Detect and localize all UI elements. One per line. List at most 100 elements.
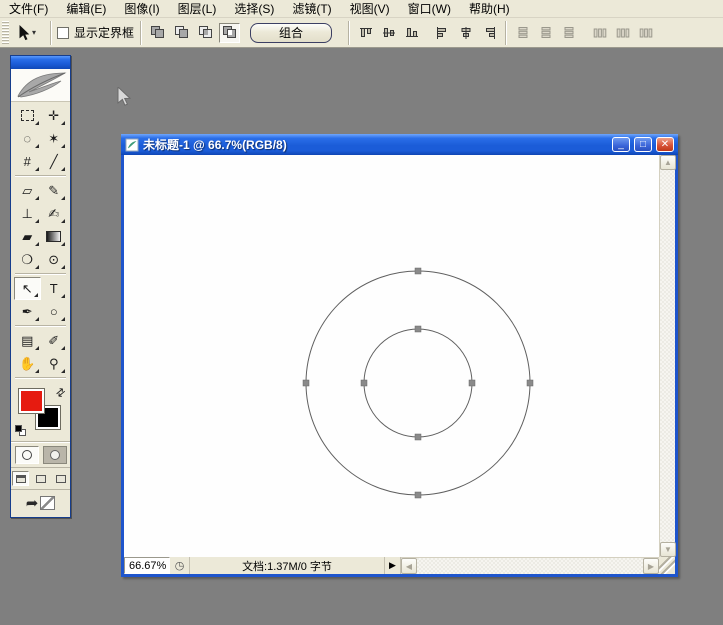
vertical-scrollbar[interactable]: ▲ ▼ bbox=[659, 155, 675, 557]
maximize-button[interactable]: □ bbox=[634, 137, 652, 152]
distribute-left-edges-button[interactable] bbox=[589, 23, 610, 43]
distribute-top-edges-button[interactable] bbox=[512, 23, 533, 43]
align-horizontal-centers-button[interactable] bbox=[455, 23, 476, 43]
hand-tool[interactable]: ✋ bbox=[14, 352, 41, 375]
distribute-bottom-edges-button[interactable] bbox=[558, 23, 579, 43]
rectangular-marquee-tool[interactable] bbox=[14, 104, 41, 127]
document-size-status: 文档:1.37M/0 字节 bbox=[190, 557, 385, 574]
quick-mask-mode-button[interactable] bbox=[43, 446, 67, 464]
menu-file[interactable]: 文件(F) bbox=[0, 0, 57, 18]
canvas[interactable] bbox=[124, 155, 659, 557]
history-brush-tool[interactable]: ✍ bbox=[41, 202, 68, 225]
menu-filter[interactable]: 滤镜(T) bbox=[283, 0, 340, 18]
menu-select[interactable]: 选择(S) bbox=[225, 0, 283, 18]
document-titlebar[interactable]: 未标题-1 @ 66.7%(RGB/8) _ □ ✕ bbox=[121, 134, 678, 155]
document-window: 未标题-1 @ 66.7%(RGB/8) _ □ ✕ ▲ ▼ 66.67% ◷ … bbox=[121, 134, 678, 577]
distribute-horizontal-centers-button[interactable] bbox=[612, 23, 633, 43]
combine-button[interactable]: 组合 bbox=[250, 23, 332, 43]
photoshop-feather-logo bbox=[11, 69, 70, 102]
dodge-tool[interactable]: ⊙ bbox=[41, 248, 68, 271]
align-buttons-group bbox=[355, 23, 499, 43]
eyedropper-tool[interactable]: ✐ bbox=[41, 329, 68, 352]
standard-screen-mode-button[interactable] bbox=[12, 471, 29, 486]
menu-image[interactable]: 图像(I) bbox=[115, 0, 168, 18]
vertical-scroll-track[interactable] bbox=[660, 170, 675, 542]
imageready-icon bbox=[40, 496, 55, 510]
rectangular-marquee-icon bbox=[21, 110, 34, 121]
magic-wand-tool[interactable]: ✶ bbox=[41, 127, 68, 150]
show-bounding-box-option: 显示定界框 bbox=[57, 24, 134, 41]
gradient-tool[interactable] bbox=[41, 225, 68, 248]
distribute-vertical-centers-button[interactable] bbox=[535, 23, 556, 43]
move-tool[interactable]: ✛ bbox=[41, 104, 68, 127]
menu-view[interactable]: 视图(V) bbox=[341, 0, 399, 18]
current-tool-preview[interactable]: ▾ bbox=[9, 25, 44, 41]
show-bounding-box-checkbox[interactable] bbox=[57, 27, 69, 39]
anchor-point bbox=[415, 492, 421, 498]
intersect-shape-areas-button[interactable] bbox=[195, 23, 216, 43]
tool-dropdown-caret: ▾ bbox=[32, 28, 36, 37]
eraser-tool[interactable]: ▰ bbox=[14, 225, 41, 248]
menu-bar: 文件(F)编辑(E)图像(I)图层(L)选择(S)滤镜(T)视图(V)窗口(W)… bbox=[0, 0, 723, 18]
align-vertical-centers-button[interactable] bbox=[378, 23, 399, 43]
zoom-tool[interactable]: ⚲ bbox=[41, 352, 68, 375]
path-selection-tool[interactable]: ↖ bbox=[14, 277, 41, 300]
healing-brush-tool[interactable]: ▱ bbox=[14, 179, 41, 202]
subtract-from-shape-area-button[interactable] bbox=[171, 23, 192, 43]
separator bbox=[50, 21, 51, 45]
scroll-right-icon[interactable]: ▶ bbox=[643, 558, 659, 574]
timer-icon[interactable]: ◷ bbox=[170, 557, 190, 574]
lasso-tool[interactable]: ◌ bbox=[14, 127, 41, 150]
scroll-left-icon[interactable]: ◀ bbox=[401, 558, 417, 574]
blur-tool[interactable]: ❍ bbox=[14, 248, 41, 271]
align-right-edges-button[interactable] bbox=[478, 23, 499, 43]
close-button[interactable]: ✕ bbox=[656, 137, 674, 152]
separator bbox=[505, 21, 506, 45]
menu-help[interactable]: 帮助(H) bbox=[460, 0, 519, 18]
photoshop-app: 文件(F)编辑(E)图像(I)图层(L)选择(S)滤镜(T)视图(V)窗口(W)… bbox=[0, 0, 723, 625]
horizontal-scrollbar[interactable]: ◀ ▶ bbox=[401, 557, 659, 574]
ellipse-shape-tool[interactable]: ○ bbox=[41, 300, 68, 323]
brush-tool[interactable]: ✎ bbox=[41, 179, 68, 202]
toolbox-titlebar[interactable] bbox=[11, 56, 70, 69]
tool-group-separator bbox=[15, 325, 66, 327]
zoom-level-field[interactable]: 66.67% bbox=[124, 557, 170, 574]
standard-mode-button[interactable] bbox=[15, 446, 39, 464]
fullscreen-with-menu-button[interactable] bbox=[32, 471, 49, 486]
scroll-down-icon[interactable]: ▼ bbox=[660, 542, 676, 557]
edit-mode-buttons bbox=[11, 441, 70, 467]
anchor-point bbox=[415, 268, 421, 274]
color-picker-widget: ⇄ bbox=[13, 386, 68, 438]
minimize-button[interactable]: _ bbox=[612, 137, 630, 152]
notes-tool[interactable]: ▤ bbox=[14, 329, 41, 352]
tools-grid: ✛◌✶#╱▱✎⊥✍▰❍⊙↖T✒○▤✐✋⚲ bbox=[11, 102, 70, 383]
scroll-up-icon[interactable]: ▲ bbox=[660, 155, 676, 170]
add-to-shape-area-button[interactable] bbox=[147, 23, 168, 43]
workspace: ✛◌✶#╱▱✎⊥✍▰❍⊙↖T✒○▤✐✋⚲ ⇄ ➦ bbox=[0, 48, 723, 625]
clone-stamp-tool[interactable]: ⊥ bbox=[14, 202, 41, 225]
default-colors-icon[interactable] bbox=[15, 425, 26, 436]
document-title: 未标题-1 @ 66.7%(RGB/8) bbox=[143, 136, 608, 153]
type-tool[interactable]: T bbox=[41, 277, 68, 300]
status-options-arrow[interactable]: ▶ bbox=[385, 557, 401, 574]
distribute-right-edges-button[interactable] bbox=[635, 23, 656, 43]
align-top-edges-button[interactable] bbox=[355, 23, 376, 43]
options-bar: ▾ 显示定界框 组合 bbox=[0, 18, 723, 48]
swap-colors-icon[interactable]: ⇄ bbox=[53, 385, 68, 401]
align-bottom-edges-button[interactable] bbox=[401, 23, 422, 43]
menu-window[interactable]: 窗口(W) bbox=[399, 0, 460, 18]
menu-edit[interactable]: 编辑(E) bbox=[57, 0, 115, 18]
fullscreen-mode-button[interactable] bbox=[52, 471, 69, 486]
options-bar-grip[interactable] bbox=[2, 21, 9, 45]
foreground-color-swatch[interactable] bbox=[18, 388, 45, 414]
exclude-overlapping-shape-areas-button[interactable] bbox=[219, 23, 240, 43]
menu-layer[interactable]: 图层(L) bbox=[169, 0, 226, 18]
horizontal-scroll-track[interactable] bbox=[417, 558, 643, 574]
pen-tool[interactable]: ✒ bbox=[14, 300, 41, 323]
distribute-buttons-group bbox=[512, 23, 656, 43]
window-resize-grip[interactable] bbox=[659, 557, 675, 574]
align-left-edges-button[interactable] bbox=[432, 23, 453, 43]
crop-tool[interactable]: # bbox=[14, 150, 41, 173]
jump-to-imageready-button[interactable]: ➦ bbox=[11, 489, 70, 517]
slice-tool[interactable]: ╱ bbox=[41, 150, 68, 173]
